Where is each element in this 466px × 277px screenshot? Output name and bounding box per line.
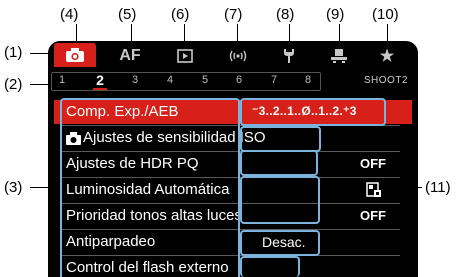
menu-tab-bar: AF ★: [54, 41, 412, 67]
custom-functions-icon: [331, 49, 347, 63]
tab-shooting[interactable]: [54, 43, 96, 67]
callout-2: (2): [4, 76, 23, 93]
page-8[interactable]: 8: [299, 74, 317, 86]
highlight-box-hdr-value: [240, 150, 318, 176]
callout-3: (3): [4, 179, 23, 196]
callout-6: (6): [171, 6, 190, 23]
menu-item-value: OFF: [360, 208, 386, 223]
menu-page-bar: 1 2 3 4 5 6 7 8 SHOOT2: [48, 72, 418, 91]
highlight-box-menu-items: [60, 98, 240, 277]
auto-lighting-optimizer-icon: [366, 182, 381, 197]
callout-1: (1): [4, 44, 23, 61]
tab-af[interactable]: AF: [113, 46, 147, 66]
wrench-icon: [284, 49, 294, 63]
callout-7: (7): [224, 6, 243, 23]
playback-icon: [177, 49, 193, 63]
callout-8: (8): [276, 6, 295, 23]
highlight-box-flicker-value: [240, 230, 320, 256]
tab-setup[interactable]: [275, 46, 303, 66]
callout-5: (5): [118, 6, 137, 23]
highlight-box-exposure-value: [240, 98, 386, 126]
page-1[interactable]: 1: [53, 74, 71, 86]
wireless-icon: [229, 50, 247, 62]
callout-9: (9): [326, 6, 345, 23]
callout-11: (11): [425, 179, 451, 196]
highlight-box-iso-value: [240, 126, 321, 152]
section-label: SHOOT2: [363, 75, 408, 86]
highlight-box-flash-value: [240, 256, 300, 277]
star-icon: ★: [379, 48, 395, 65]
callout-10: (10): [372, 6, 399, 23]
page-3[interactable]: 3: [126, 74, 144, 86]
page-6[interactable]: 6: [230, 74, 248, 86]
tab-playback[interactable]: [170, 46, 200, 66]
page-4[interactable]: 4: [161, 74, 179, 86]
af-icon: AF: [119, 47, 141, 64]
page-7[interactable]: 7: [265, 74, 283, 86]
tab-my-menu[interactable]: ★: [372, 46, 402, 66]
camera-icon: [66, 48, 84, 62]
page-5[interactable]: 5: [196, 74, 214, 86]
page-2[interactable]: 2: [91, 72, 109, 90]
highlight-box-lighting-values: [240, 176, 320, 224]
menu-item-value: OFF: [360, 156, 386, 171]
tab-custom-functions[interactable]: [324, 46, 354, 66]
tab-wireless[interactable]: [223, 46, 253, 66]
callout-4: (4): [60, 6, 79, 23]
